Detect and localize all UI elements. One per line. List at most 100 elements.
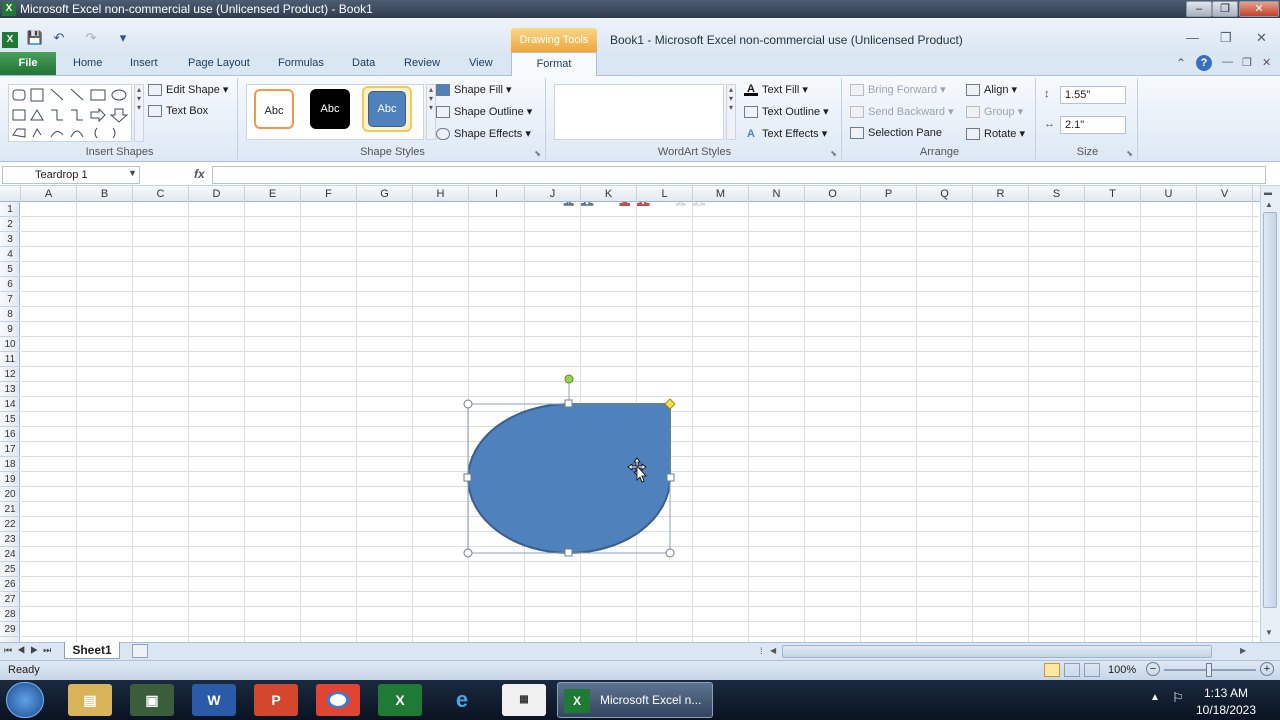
split-box-icon[interactable]: ▬: [1264, 188, 1272, 197]
row-header[interactable]: 29: [0, 622, 20, 637]
excel-app-icon[interactable]: X: [2, 32, 18, 48]
resize-handle[interactable]: [463, 548, 473, 558]
shape-width-input[interactable]: 2.1": [1060, 116, 1126, 134]
zoom-level[interactable]: 100%: [1108, 664, 1136, 676]
tab-review[interactable]: Review: [404, 57, 440, 69]
row-header[interactable]: 17: [0, 442, 20, 457]
scroll-left-icon[interactable]: ◀: [770, 646, 776, 655]
column-header[interactable]: A: [21, 186, 77, 202]
shape-outline-button[interactable]: Shape Outline ▾: [436, 105, 532, 119]
row-header[interactable]: 1: [0, 202, 20, 217]
column-header[interactable]: F: [301, 186, 357, 202]
start-button[interactable]: [6, 682, 44, 718]
rotate-button[interactable]: Rotate ▾: [966, 127, 1025, 141]
ribbon-restore-icon[interactable]: ❐: [1242, 56, 1252, 69]
help-icon[interactable]: ?: [1196, 55, 1212, 71]
close-button[interactable]: ✕: [1239, 1, 1279, 17]
row-header[interactable]: 13: [0, 382, 20, 397]
selection-pane-button[interactable]: Selection Pane: [850, 127, 942, 140]
row-header[interactable]: 15: [0, 412, 20, 427]
shape-style-black[interactable]: Abc: [310, 89, 350, 129]
teardrop-fill[interactable]: [466, 403, 671, 555]
column-header[interactable]: B: [77, 186, 133, 202]
column-header[interactable]: N: [749, 186, 805, 202]
name-box[interactable]: Teardrop 1: [2, 166, 140, 184]
wordart-gallery-scroll[interactable]: ▴ ▾ ▾: [726, 84, 736, 140]
text-box-button[interactable]: Text Box: [148, 105, 208, 118]
row-header[interactable]: 10: [0, 337, 20, 352]
row-header[interactable]: 22: [0, 517, 20, 532]
page-break-view-icon[interactable]: [1084, 663, 1100, 677]
shape-height-input[interactable]: 1.55": [1060, 86, 1126, 104]
shapes-gallery-scroll[interactable]: ▴ ▾ ▾: [134, 84, 144, 142]
shape-styles-launcher-icon[interactable]: ⬊: [534, 149, 541, 158]
scroll-down-icon[interactable]: ▼: [1265, 628, 1273, 637]
action-center-icon[interactable]: ⚐: [1172, 690, 1184, 706]
column-header[interactable]: K: [581, 186, 637, 202]
text-effects-button[interactable]: A Text Effects ▾: [744, 127, 827, 140]
sheet-tab-sheet1[interactable]: Sheet1: [64, 642, 120, 659]
formula-input[interactable]: [212, 166, 1266, 184]
tab-formulas[interactable]: Formulas: [278, 57, 324, 69]
workbook-minimize-icon[interactable]: —: [1186, 30, 1199, 45]
explorer-taskbar-icon[interactable]: ▤: [68, 684, 112, 716]
column-header[interactable]: S: [1029, 186, 1085, 202]
text-outline-button[interactable]: Text Outline ▾: [744, 105, 829, 119]
resize-handle[interactable]: [463, 473, 472, 482]
sheet-nav-arrows-icon[interactable]: ⏮◀▶⏭: [4, 645, 56, 656]
resize-handle[interactable]: [564, 399, 573, 408]
column-header[interactable]: L: [637, 186, 693, 202]
resize-handle[interactable]: [463, 399, 473, 409]
excel-taskbar-icon[interactable]: X: [378, 684, 422, 716]
tab-insert[interactable]: Insert: [130, 57, 158, 69]
minimize-button[interactable]: –: [1186, 1, 1212, 17]
save-icon[interactable]: 💾: [26, 30, 44, 46]
zoom-slider-thumb[interactable]: [1206, 663, 1212, 677]
row-header[interactable]: 18: [0, 457, 20, 472]
column-header[interactable]: T: [1085, 186, 1141, 202]
notepad-taskbar-icon[interactable]: ▣: [130, 684, 174, 716]
vertical-scroll-thumb[interactable]: [1263, 212, 1277, 608]
row-header[interactable]: 20: [0, 487, 20, 502]
workbook-restore-icon[interactable]: ❐: [1220, 30, 1232, 46]
show-hidden-icons-icon[interactable]: ▲: [1150, 692, 1160, 703]
wordart-launcher-icon[interactable]: ⬊: [830, 149, 837, 158]
select-all-corner[interactable]: [0, 186, 21, 202]
row-header[interactable]: 6: [0, 277, 20, 292]
ribbon-minimize-icon[interactable]: —: [1222, 56, 1233, 68]
column-header[interactable]: O: [805, 186, 861, 202]
edit-shape-button[interactable]: Edit Shape ▾: [148, 83, 228, 97]
column-header[interactable]: D: [189, 186, 245, 202]
row-header[interactable]: 26: [0, 577, 20, 592]
row-header[interactable]: 2: [0, 217, 20, 232]
clock-time[interactable]: 1:13 AM: [1196, 686, 1256, 700]
zoom-out-icon[interactable]: −: [1146, 662, 1160, 676]
shape-style-orange-outline[interactable]: Abc: [254, 89, 294, 129]
tab-home[interactable]: Home: [73, 57, 102, 69]
row-header[interactable]: 28: [0, 607, 20, 622]
row-header[interactable]: 7: [0, 292, 20, 307]
chrome-taskbar-icon[interactable]: [316, 684, 360, 716]
row-header[interactable]: 9: [0, 322, 20, 337]
scroll-up-icon[interactable]: ▲: [1265, 200, 1273, 209]
shape-styles-scroll[interactable]: ▴ ▾ ▾: [426, 84, 436, 140]
shapes-gallery[interactable]: [8, 84, 132, 142]
row-header[interactable]: 11: [0, 352, 20, 367]
row-header[interactable]: 4: [0, 247, 20, 262]
column-header[interactable]: I: [469, 186, 525, 202]
tab-view[interactable]: View: [469, 57, 493, 69]
redo-icon[interactable]: ↷: [82, 30, 100, 46]
restore-button[interactable]: ❐: [1212, 1, 1238, 17]
resize-handle[interactable]: [666, 473, 675, 482]
tab-data[interactable]: Data: [352, 57, 375, 69]
tab-format[interactable]: Format: [511, 52, 597, 76]
scroll-right-icon[interactable]: ▶: [1240, 646, 1246, 655]
resize-handle[interactable]: [564, 548, 573, 557]
row-header[interactable]: 27: [0, 592, 20, 607]
row-header[interactable]: 21: [0, 502, 20, 517]
column-header[interactable]: H: [413, 186, 469, 202]
row-header[interactable]: 12: [0, 367, 20, 382]
shape-fill-button[interactable]: Shape Fill ▾: [436, 83, 512, 97]
normal-view-icon[interactable]: [1044, 663, 1060, 677]
row-header[interactable]: 16: [0, 427, 20, 442]
